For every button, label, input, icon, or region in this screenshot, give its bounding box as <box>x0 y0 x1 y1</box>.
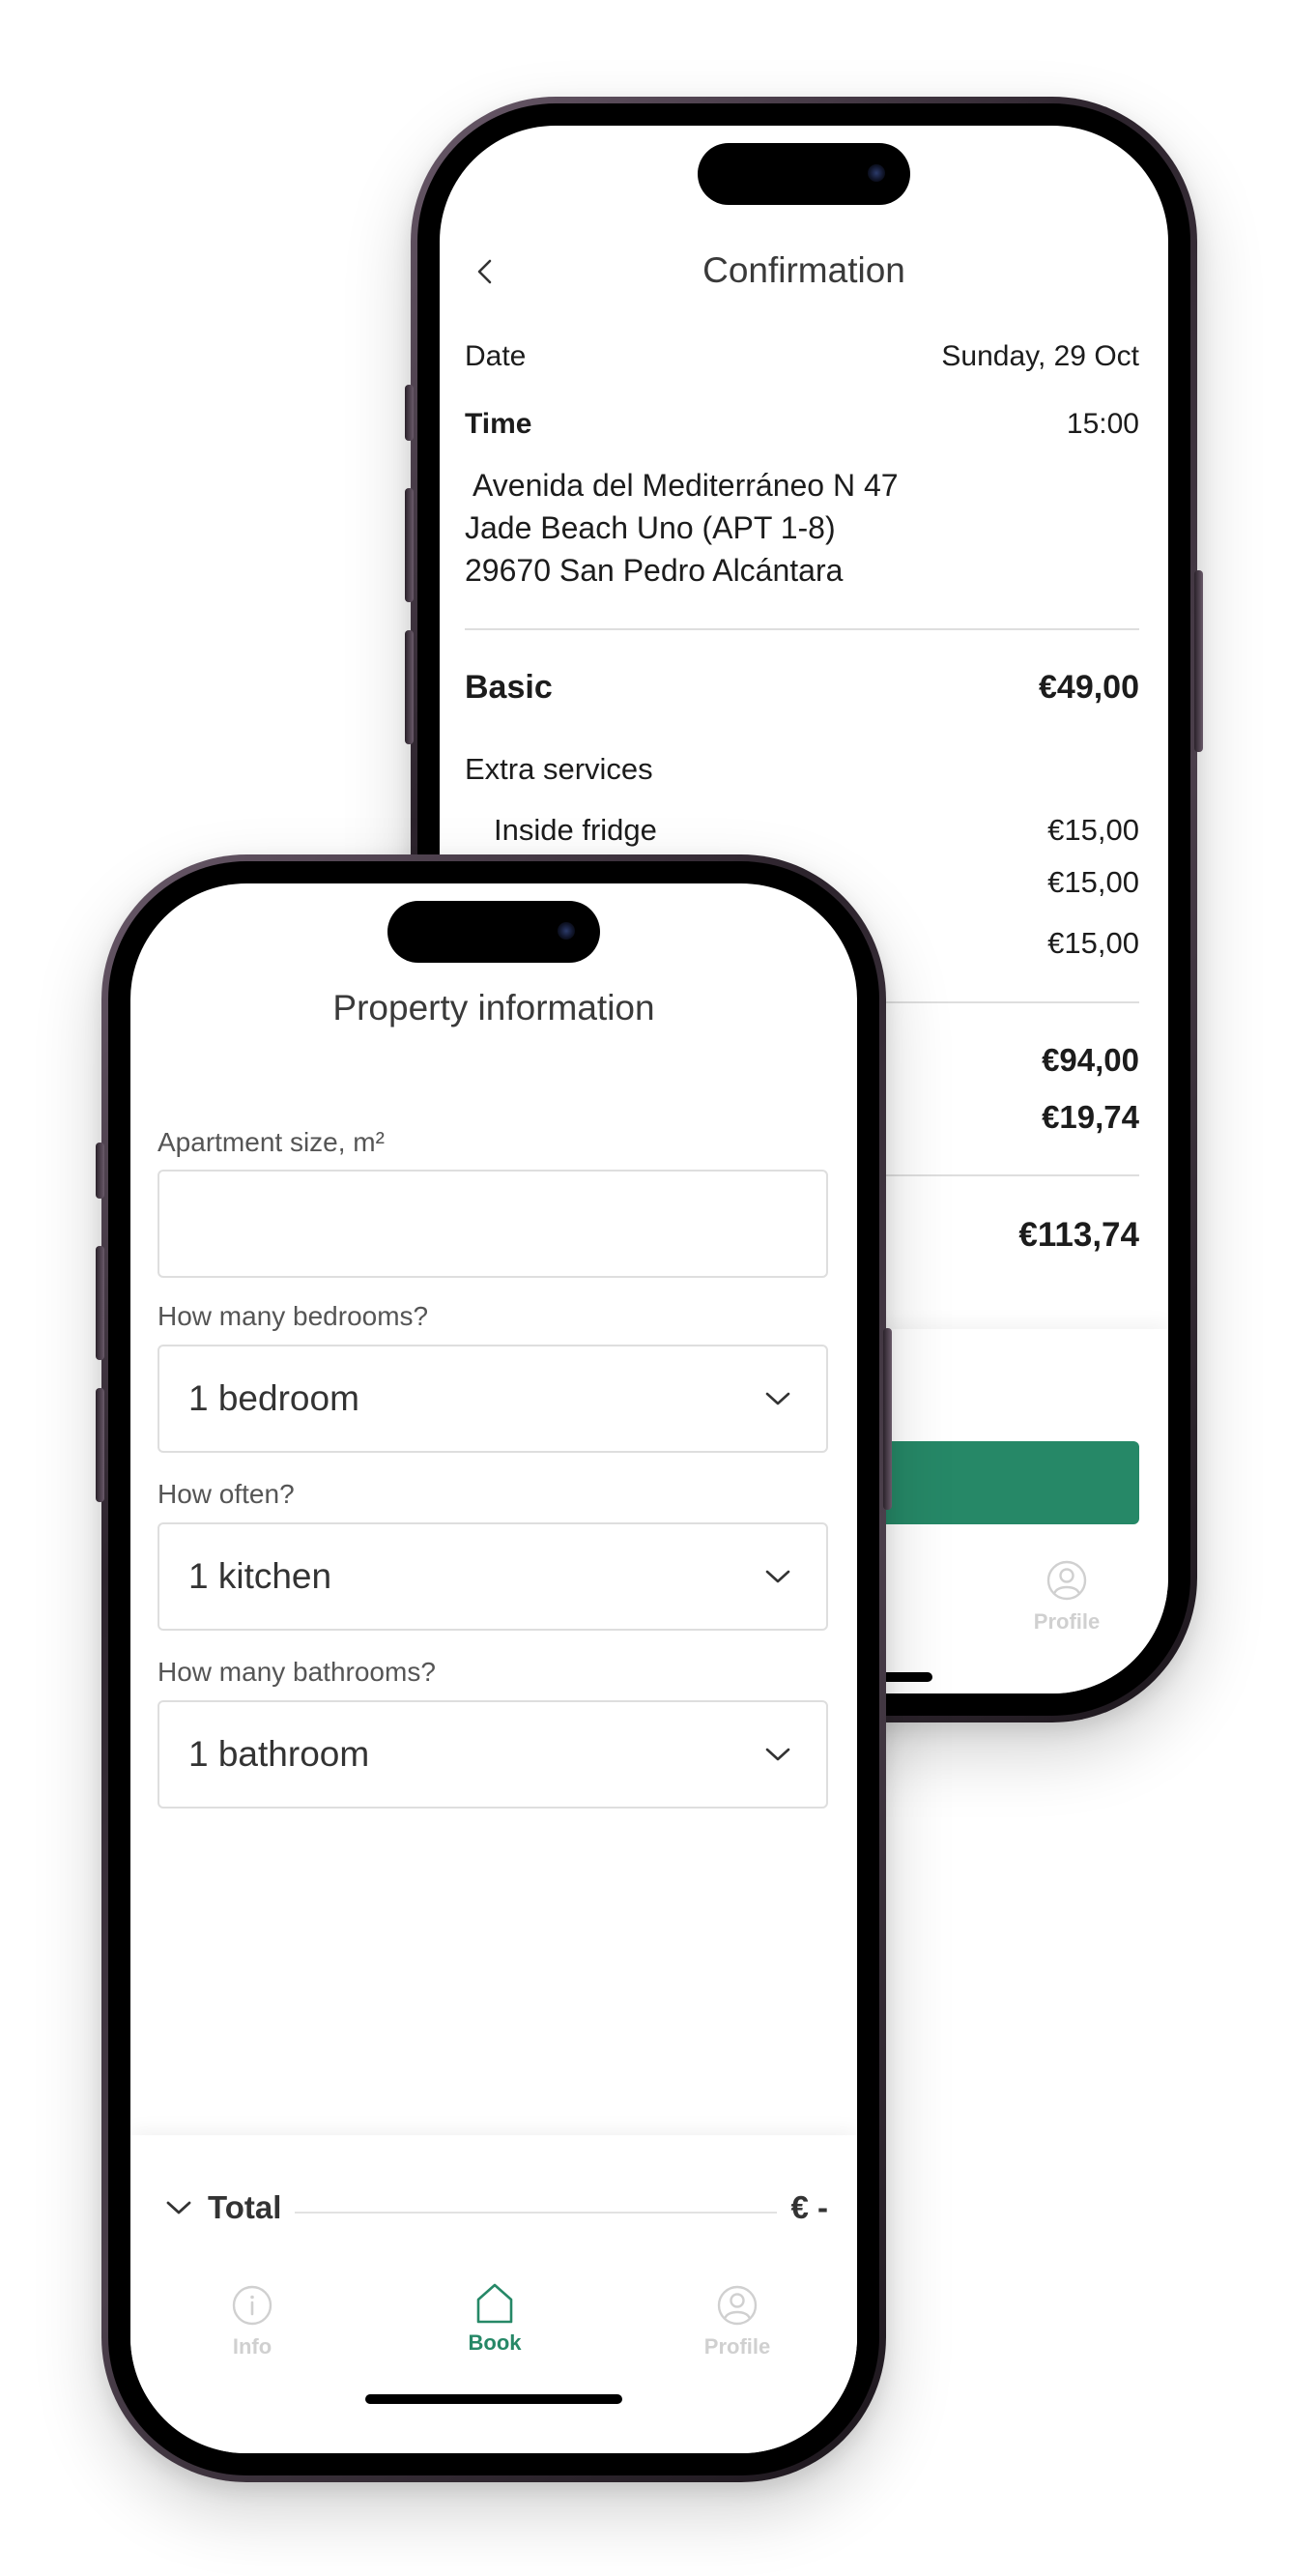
tax-value: €19,74 <box>1042 1099 1139 1135</box>
basic-row: Basic €49,00 <box>465 669 1139 707</box>
often-label: How often? <box>158 1479 295 1509</box>
dynamic-island <box>387 901 600 963</box>
camera-lens <box>868 164 885 182</box>
confirmation-header: Confirmation <box>440 242 1168 300</box>
time-value: 15:00 <box>1066 408 1139 440</box>
bedrooms-select[interactable]: 1 bedroom <box>158 1345 828 1453</box>
time-label: Time <box>465 408 532 440</box>
basic-label: Basic <box>465 669 553 706</box>
bathrooms-select[interactable]: 1 bathroom <box>158 1700 828 1809</box>
address-line: 29670 San Pedro Alcántara <box>465 553 844 588</box>
camera-lens <box>558 922 575 940</box>
extra-item-price: €15,00 <box>1047 926 1139 960</box>
chevron-down-icon[interactable] <box>165 2198 192 2217</box>
mute-switch <box>405 385 414 441</box>
extra-item-price: €15,00 <box>1047 865 1139 899</box>
chevron-down-icon <box>765 1392 790 1405</box>
extra-item-row: Inside fridge €15,00 <box>465 813 1139 848</box>
time-row: Time 15:00 <box>465 408 1139 441</box>
apartment-size-input[interactable] <box>158 1170 828 1278</box>
tab-profile-label: Profile <box>703 2334 771 2359</box>
bathrooms-value: 1 bathroom <box>188 1734 370 1774</box>
tab-profile-label: Profile <box>1033 1609 1101 1634</box>
bedrooms-value: 1 bedroom <box>188 1378 359 1418</box>
volume-up-button <box>405 488 414 602</box>
power-button <box>1194 570 1203 752</box>
often-value: 1 kitchen <box>188 1556 332 1596</box>
volume-down-button <box>96 1388 104 1502</box>
address-line: Avenida del Mediterráneo N 47 <box>473 468 899 503</box>
tab-book[interactable]: Book <box>417 2280 572 2356</box>
page-title: Confirmation <box>702 250 905 290</box>
date-row: Date Sunday, 29 Oct <box>465 340 1139 373</box>
basic-price: €49,00 <box>1039 669 1139 706</box>
extra-item-label: Inside fridge <box>494 813 657 847</box>
tab-profile[interactable]: Profile <box>660 2284 815 2359</box>
home-indicator <box>365 2394 622 2404</box>
property-information-screen: Property information Apartment size, m² … <box>130 883 857 2453</box>
divider <box>465 628 1139 630</box>
extras-label: Extra services <box>465 752 653 786</box>
profile-icon <box>1046 1560 1087 1601</box>
tab-book-label: Book <box>468 2330 522 2355</box>
total-value: € - <box>790 2189 828 2225</box>
info-icon <box>232 2285 272 2326</box>
power-button <box>883 1328 892 1510</box>
bottom-panel: Total € - Info Book Profile <box>130 2135 857 2453</box>
bathrooms-label: How many bathrooms? <box>158 1657 436 1687</box>
total-label: Total <box>208 2189 282 2225</box>
tab-info-label: Info <box>232 2334 272 2359</box>
chevron-left-icon[interactable] <box>471 257 500 286</box>
mute-switch <box>96 1143 104 1199</box>
chevron-down-icon <box>765 1748 790 1761</box>
subtotal-value: €94,00 <box>1042 1042 1139 1078</box>
address-block: Avenida del Mediterráneo N 47 Jade Beach… <box>465 464 899 592</box>
volume-down-button <box>405 630 414 744</box>
total-value: €113,74 <box>1018 1216 1139 1254</box>
bedrooms-label: How many bedrooms? <box>158 1301 429 1331</box>
date-label: Date <box>465 340 527 372</box>
dynamic-island <box>698 143 910 205</box>
extra-item-price: €15,00 <box>1047 813 1139 847</box>
address-line: Jade Beach Uno (APT 1-8) <box>465 510 836 545</box>
tab-info[interactable]: Info <box>175 2284 329 2359</box>
total-summary[interactable]: Total € - <box>165 2184 828 2232</box>
extras-header-row: Extra services <box>465 752 1139 787</box>
apartment-size-label: Apartment size, m² <box>158 1127 385 1157</box>
date-value: Sunday, 29 Oct <box>941 340 1139 372</box>
phone-property-information: Property information Apartment size, m² … <box>96 854 892 2482</box>
profile-icon <box>717 2285 758 2326</box>
chevron-down-icon <box>765 1570 790 1583</box>
total-dotted-line <box>295 2212 778 2214</box>
page-title: Property information <box>332 988 655 1028</box>
often-select[interactable]: 1 kitchen <box>158 1522 828 1631</box>
tab-profile[interactable]: Profile <box>989 1559 1144 1635</box>
phone-bezel: Property information Apartment size, m² … <box>108 861 879 2475</box>
home-icon <box>476 2283 513 2324</box>
volume-up-button <box>96 1246 104 1360</box>
